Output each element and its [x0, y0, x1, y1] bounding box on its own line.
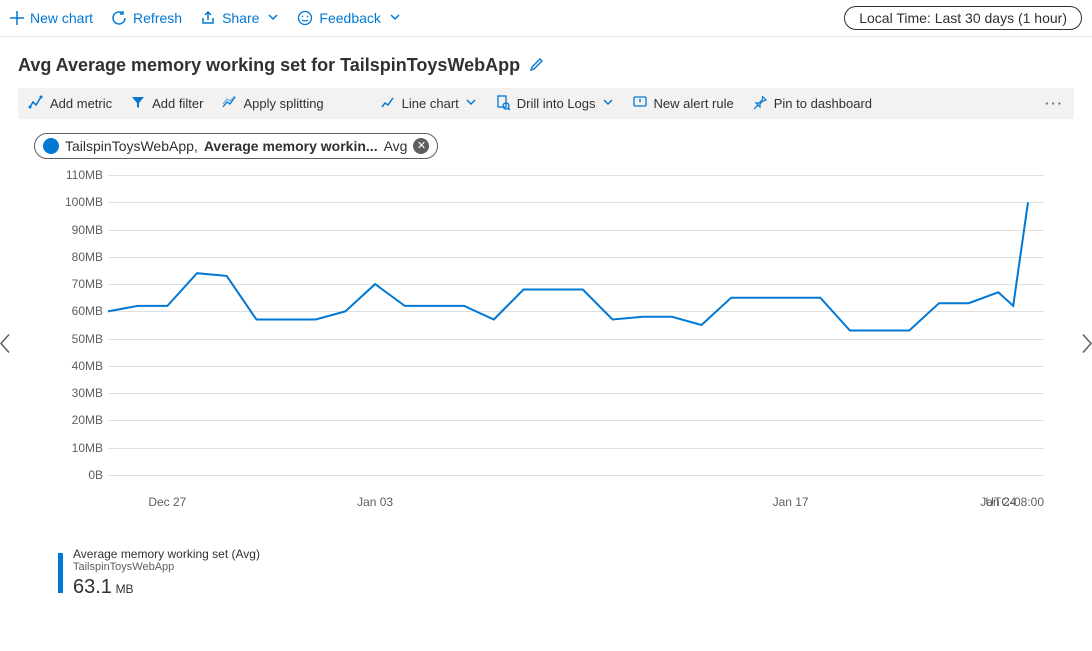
metric-pill[interactable]: TailspinToysWebApp, Average memory worki… — [34, 133, 438, 159]
legend-unit: MB — [116, 582, 134, 596]
remove-metric-button[interactable]: ✕ — [413, 138, 429, 154]
chevron-down-icon — [267, 10, 279, 26]
chart-type-button[interactable]: Line chart — [380, 94, 477, 113]
share-label: Share — [222, 10, 259, 26]
chart-type-label: Line chart — [402, 96, 459, 111]
alert-icon — [632, 94, 648, 113]
refresh-label: Refresh — [133, 10, 182, 26]
chevron-down-icon — [465, 96, 477, 111]
metric-pill-row: TailspinToysWebApp, Average memory worki… — [0, 133, 1092, 167]
y-tick-label: 50MB — [48, 332, 103, 346]
edit-title-button[interactable] — [528, 55, 546, 76]
legend: Average memory working set (Avg) Tailspi… — [58, 547, 1074, 599]
chart-area: 0B 10MB 20MB 30MB 40MB 50MB 60MB 70MB 80MB 90MB 10… — [0, 167, 1092, 527]
more-options-button[interactable]: ··· — [1045, 96, 1064, 111]
apply-splitting-button[interactable]: Apply splitting — [221, 94, 323, 113]
pin-label: Pin to dashboard — [774, 96, 872, 111]
y-tick-label: 110MB — [48, 168, 103, 182]
apply-splitting-label: Apply splitting — [243, 96, 323, 111]
y-tick-label: 20MB — [48, 413, 103, 427]
pill-aggregation: Avg — [384, 138, 408, 154]
pill-resource: TailspinToysWebApp, — [65, 138, 198, 154]
legend-text: Average memory working set (Avg) Tailspi… — [73, 547, 260, 599]
legend-value: 63.1 — [73, 576, 112, 598]
plot-area[interactable]: 0B 10MB 20MB 30MB 40MB 50MB 60MB 70MB 80MB 90MB 10… — [48, 175, 1044, 495]
y-tick-label: 80MB — [48, 250, 103, 264]
legend-resource-name: TailspinToysWebApp — [73, 561, 260, 574]
timezone-label: UTC-08:00 — [985, 495, 1044, 509]
resource-icon — [43, 138, 59, 154]
chevron-down-icon — [389, 10, 401, 26]
pin-icon — [752, 94, 768, 113]
new-chart-button[interactable]: New chart — [10, 10, 93, 26]
time-range-label: Local Time: Last 30 days (1 hour) — [859, 10, 1067, 26]
y-tick-label: 40MB — [48, 359, 103, 373]
refresh-icon — [111, 10, 127, 26]
new-chart-label: New chart — [30, 10, 93, 26]
x-tick-label: Dec 27 — [148, 495, 186, 509]
new-alert-label: New alert rule — [654, 96, 734, 111]
pill-metric: Average memory workin... — [204, 138, 378, 154]
y-tick-label: 10MB — [48, 441, 103, 455]
share-icon — [200, 10, 216, 26]
y-tick-label: 60MB — [48, 304, 103, 318]
share-button[interactable]: Share — [200, 10, 279, 26]
feedback-label: Feedback — [319, 10, 380, 26]
y-tick-label: 70MB — [48, 277, 103, 291]
split-icon — [221, 94, 237, 113]
legend-color-bar — [58, 553, 63, 593]
prev-time-button[interactable] — [0, 332, 12, 363]
filter-icon — [130, 94, 146, 113]
line-chart-icon — [380, 94, 396, 113]
feedback-button[interactable]: Feedback — [297, 10, 400, 26]
refresh-button[interactable]: Refresh — [111, 10, 182, 26]
chart-toolbar: Add metric Add filter Apply splitting Li… — [18, 88, 1074, 119]
x-tick-label: Jan 17 — [773, 495, 809, 509]
time-range-selector[interactable]: Local Time: Last 30 days (1 hour) — [844, 6, 1082, 30]
add-filter-label: Add filter — [152, 96, 203, 111]
y-tick-label: 100MB — [48, 195, 103, 209]
add-metric-label: Add metric — [50, 96, 112, 111]
y-tick-label: 30MB — [48, 386, 103, 400]
chevron-down-icon — [602, 96, 614, 111]
plus-icon — [10, 11, 24, 25]
page-title: Avg Average memory working set for Tails… — [18, 55, 520, 76]
x-tick-label: Jan 03 — [357, 495, 393, 509]
line-series — [108, 175, 1028, 475]
logs-icon — [495, 94, 511, 113]
drill-into-logs-button[interactable]: Drill into Logs — [495, 94, 614, 113]
y-tick-label: 0B — [48, 468, 103, 482]
next-time-button[interactable] — [1080, 332, 1092, 363]
new-alert-rule-button[interactable]: New alert rule — [632, 94, 734, 113]
metric-icon — [28, 94, 44, 113]
add-metric-button[interactable]: Add metric — [28, 94, 112, 113]
legend-metric-name: Average memory working set (Avg) — [73, 547, 260, 561]
top-bar: New chart Refresh Share Feedback Local T… — [0, 0, 1092, 37]
y-tick-label: 90MB — [48, 223, 103, 237]
title-row: Avg Average memory working set for Tails… — [0, 37, 1092, 88]
add-filter-button[interactable]: Add filter — [130, 94, 203, 113]
drill-into-logs-label: Drill into Logs — [517, 96, 596, 111]
smiley-icon — [297, 10, 313, 26]
pin-to-dashboard-button[interactable]: Pin to dashboard — [752, 94, 872, 113]
